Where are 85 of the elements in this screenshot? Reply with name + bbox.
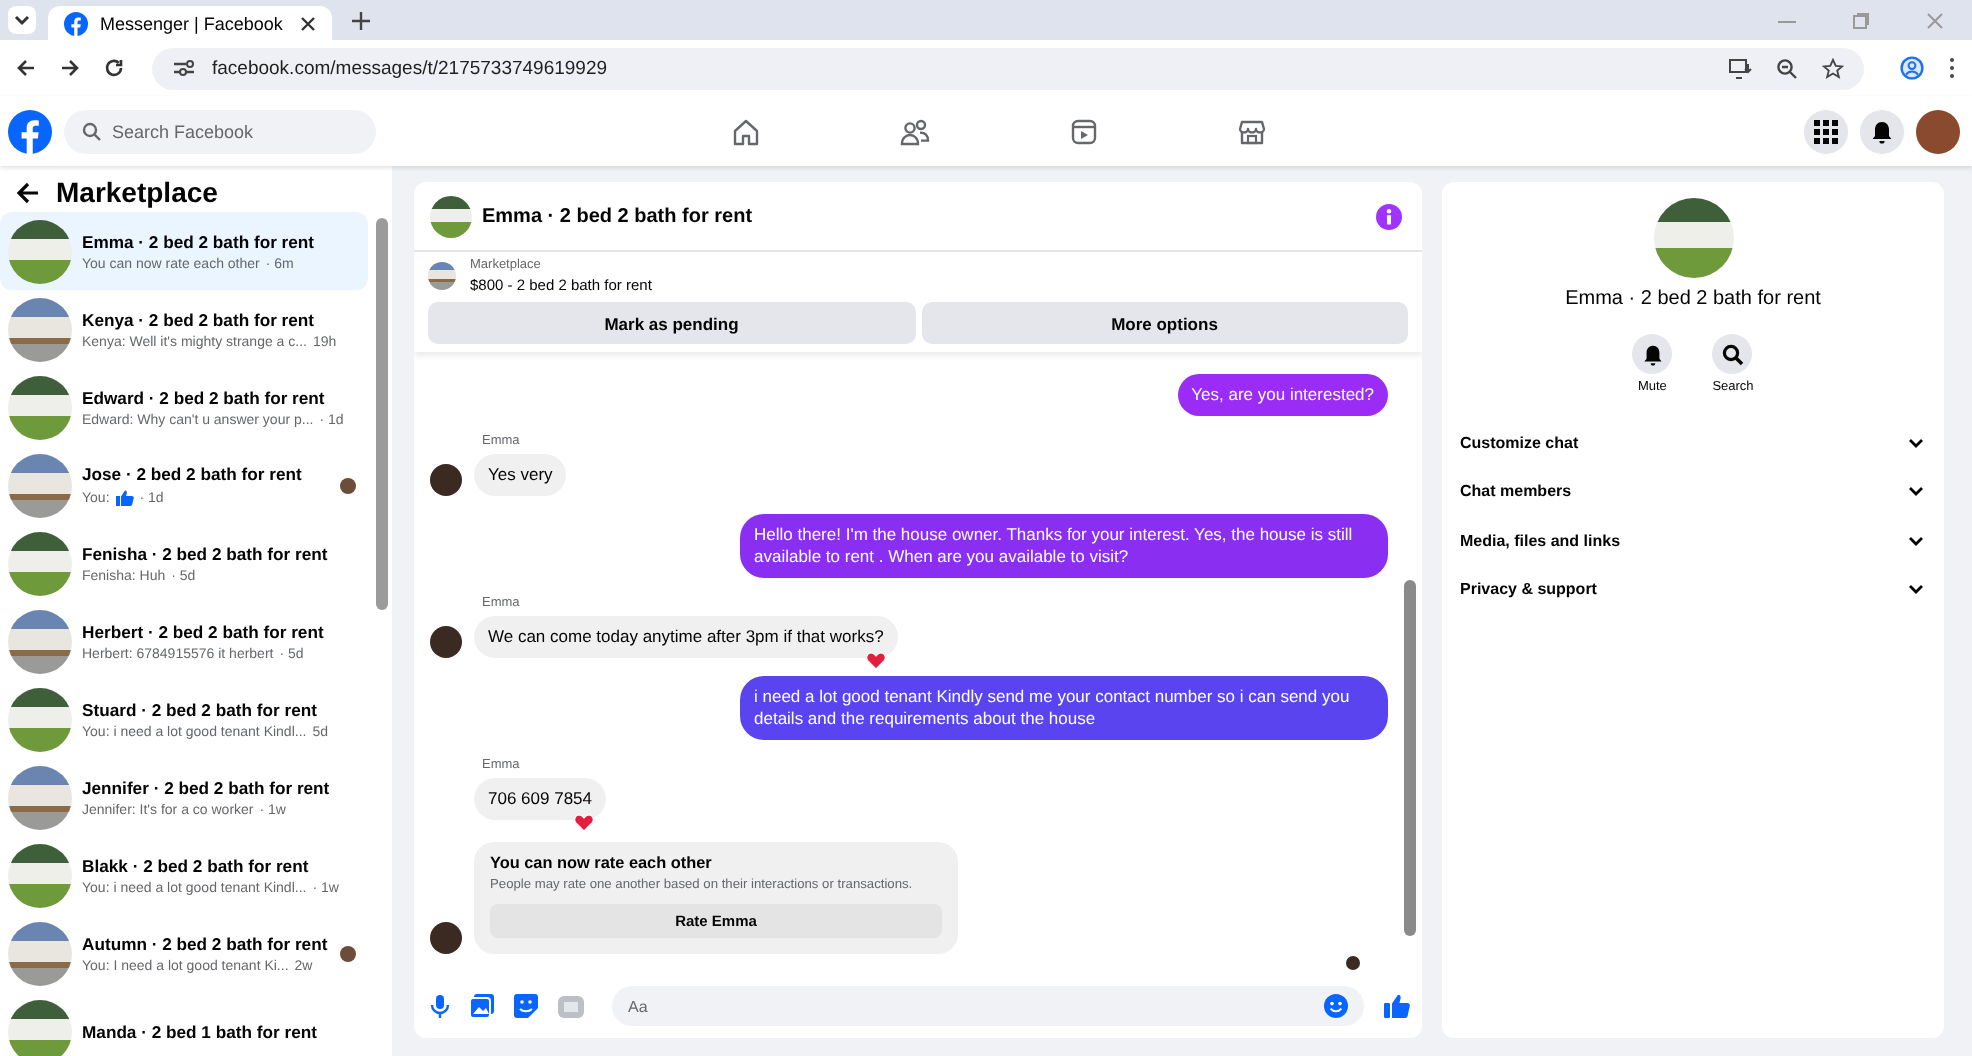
avatar[interactable]: [1916, 109, 1960, 153]
house-photo-placeholder: [430, 195, 472, 237]
house-photo-placeholder: [8, 999, 72, 1056]
emoji-icon[interactable]: [1324, 994, 1348, 1018]
conversation-title: Blakk · 2 bed 2 bath for rent: [82, 855, 311, 875]
conversation-title: Emma · 2 bed 2 bath for rent: [82, 231, 315, 251]
browser-tab[interactable]: Messenger | Facebook: [48, 6, 332, 40]
thumbs-up-icon[interactable]: [1384, 994, 1410, 1018]
section-row[interactable]: Chat members: [1442, 467, 1944, 516]
house-photo-placeholder: [8, 609, 72, 673]
received-message: Yes very: [474, 454, 567, 496]
house-photo-placeholder: [8, 375, 72, 439]
conversation-title: Manda · 2 bed 1 bath for rent: [82, 1021, 317, 1041]
profile-icon[interactable]: [1900, 56, 1924, 80]
search-icon: [82, 121, 102, 141]
house-photo-placeholder: [428, 262, 456, 290]
tab-list-icon[interactable]: [8, 6, 36, 34]
conversation-title: Edward · 2 bed 2 bath for rent: [82, 387, 327, 407]
friends-icon[interactable]: [900, 117, 930, 145]
conversation-title: Jose · 2 bed 2 bath for rent: [82, 464, 302, 484]
house-photo-placeholder: [1653, 198, 1733, 278]
back-icon[interactable]: [16, 181, 40, 203]
menu-icon[interactable]: [1948, 56, 1956, 80]
grid-icon: [1814, 119, 1838, 143]
house-photo-placeholder: [8, 219, 72, 283]
marketplace-icon[interactable]: [1238, 117, 1266, 145]
back-icon[interactable]: [16, 58, 36, 78]
conversation-title: Autumn · 2 bed 2 bath for rent: [82, 933, 328, 953]
sent-message: Hello there! I'm the house owner. Thanks for your interest. Yes, the house is still available to rent . When are you available to visit?: [740, 514, 1388, 578]
read-receipt-avatar: [1346, 956, 1360, 970]
sidebar-title: Marketplace: [56, 176, 218, 208]
house-photo-placeholder: [8, 531, 72, 595]
listing-action-button[interactable]: Mark as pending: [428, 302, 915, 344]
house-photo-placeholder: [8, 843, 72, 907]
conversation-item[interactable]: Manda · 2 bed 1 bath for rent: [0, 992, 368, 1056]
zoom-icon[interactable]: [1776, 57, 1798, 79]
conversation-name: Emma · 2 bed 2 bath for rent: [1565, 288, 1821, 310]
mute-button[interactable]: [1632, 334, 1673, 374]
bell-icon: [1870, 119, 1894, 143]
search-button[interactable]: [1712, 334, 1753, 374]
close-icon[interactable]: [300, 15, 316, 31]
section-row[interactable]: Customize chat: [1442, 418, 1944, 467]
sent-message: Yes, are you interested?: [1177, 374, 1388, 416]
received-message: We can come today anytime after 3pm if that works?: [474, 616, 898, 658]
section-row[interactable]: Media, files and links: [1442, 516, 1944, 565]
facebook-logo-icon: [64, 11, 88, 35]
section-row[interactable]: Privacy & support: [1442, 565, 1944, 614]
info-icon[interactable]: [1376, 203, 1402, 229]
sent-message: i need a lot good tenant Kindly send me your contact number so i can send you details and the requirements about the house: [740, 676, 1388, 740]
home-icon[interactable]: [732, 117, 760, 145]
bell-icon: [1641, 343, 1664, 365]
house-photo-placeholder: [8, 687, 72, 751]
install-app-icon[interactable]: [1728, 57, 1752, 79]
listing-action-button[interactable]: More options: [921, 302, 1408, 344]
address-field[interactable]: facebook.com/messages/t/2175733749619929: [152, 47, 1864, 89]
conversation-title: Fenisha · 2 bed 2 bath for rent: [82, 543, 328, 563]
chat-title: Emma · 2 bed 2 bath for rent: [482, 205, 753, 227]
house-photo-placeholder: [8, 453, 72, 517]
conversation-title: Stuard · 2 bed 2 bath for rent: [82, 699, 319, 719]
forward-icon[interactable]: [60, 58, 80, 78]
reload-icon[interactable]: [104, 58, 124, 78]
conversation-title: Jennifer · 2 bed 2 bath for rent: [82, 777, 330, 797]
sticker-icon[interactable]: [514, 994, 538, 1018]
bookmark-star-icon[interactable]: [1822, 57, 1844, 79]
search-icon: [1721, 343, 1744, 365]
search-field[interactable]: Search Facebook: [64, 109, 376, 153]
house-photo-placeholder: [8, 765, 72, 829]
message-field[interactable]: Aa: [612, 986, 1364, 1026]
video-icon[interactable]: [1070, 117, 1098, 145]
site-settings-icon[interactable]: [172, 58, 196, 78]
received-message: 706 609 7854: [474, 778, 606, 820]
house-photo-placeholder: [8, 921, 72, 985]
conversation-title: Kenya · 2 bed 2 bath for rent: [82, 309, 317, 329]
rating-title: You can now rate each other: [490, 854, 714, 872]
menu-button[interactable]: [1804, 109, 1848, 153]
search-input[interactable]: Search Facebook: [112, 121, 332, 141]
new-tab-icon[interactable]: [352, 11, 370, 29]
microphone-icon[interactable]: [430, 994, 450, 1018]
house-photo-placeholder: [8, 297, 72, 361]
conversation-title: Herbert · 2 bed 2 bath for rent: [82, 621, 324, 641]
facebook-logo-icon[interactable]: [8, 109, 52, 153]
notifications-button[interactable]: [1860, 109, 1904, 153]
image-icon[interactable]: [470, 994, 494, 1018]
thumbs-up-icon: [115, 490, 134, 506]
message-input[interactable]: Aa: [628, 997, 1324, 1015]
